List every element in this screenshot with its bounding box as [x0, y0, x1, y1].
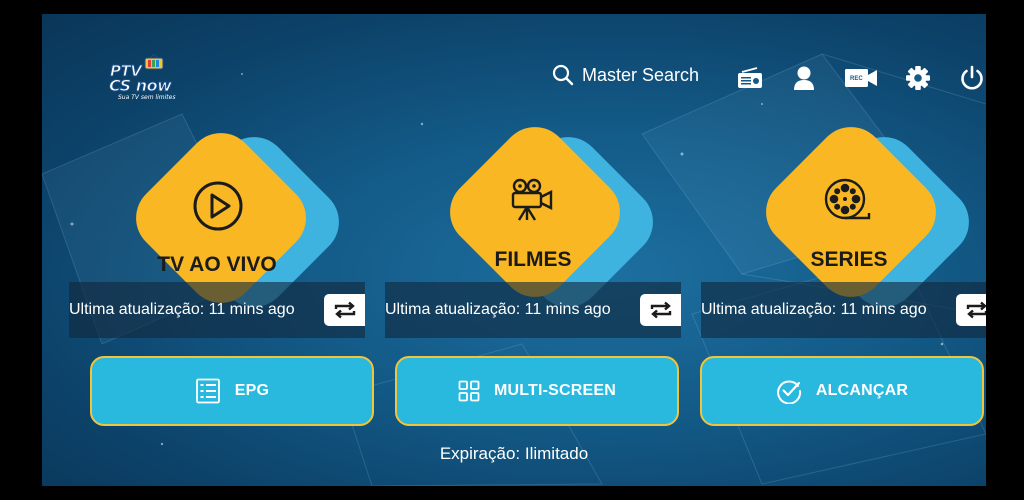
- catch-up-button[interactable]: ALCANÇAR: [700, 356, 984, 426]
- refresh-icon: [650, 301, 671, 319]
- recordings-button[interactable]: REC: [844, 64, 878, 92]
- refresh-button[interactable]: [956, 294, 986, 326]
- radio-icon: [738, 67, 762, 88]
- tv-logo-icon: [144, 54, 164, 70]
- user-icon: [794, 66, 814, 90]
- film-reel-icon: [824, 178, 871, 220]
- card-title: FILMES: [494, 248, 572, 271]
- multi-screen-label: MULTI-SCREEN: [493, 382, 617, 399]
- multi-screen-button[interactable]: MULTI-SCREEN: [395, 356, 679, 426]
- update-bar: Ultima atualização: 11 mins ago: [69, 282, 365, 338]
- expiration-text: Expiração: Ilimitado: [439, 444, 589, 463]
- card-movies[interactable]: FILMES Ultima atualização: 11 mins ago: [385, 122, 681, 338]
- rec-label: REC: [850, 76, 863, 82]
- search-icon: [552, 64, 574, 86]
- logo-text-bottom: CS now: [108, 76, 172, 96]
- refresh-button[interactable]: [640, 294, 681, 326]
- logo-tagline: Sua TV sem limites: [118, 94, 176, 101]
- master-search-button[interactable]: Master Search: [552, 64, 699, 86]
- profile-button[interactable]: [790, 64, 818, 92]
- movie-camera-icon: [511, 178, 553, 221]
- card-title: SERIES: [810, 248, 888, 271]
- check-circle-icon: [777, 380, 801, 404]
- home-screen: PTV CS now Sua TV sem limites Master Sea…: [42, 14, 986, 486]
- last-update-text: Ultima atualização: 11 mins ago: [69, 301, 295, 318]
- card-title: TV AO VIVO: [157, 253, 277, 276]
- epg-button[interactable]: EPG: [90, 356, 374, 426]
- card-series[interactable]: SERIES Ultima atualização: 11 mins ago: [701, 122, 986, 338]
- refresh-icon: [966, 301, 986, 319]
- app-logo: PTV CS now Sua TV sem limites: [106, 52, 184, 102]
- refresh-button[interactable]: [324, 294, 365, 326]
- power-button[interactable]: [958, 64, 986, 92]
- catch-up-label: ALCANÇAR: [815, 382, 909, 399]
- power-icon: [961, 65, 983, 90]
- update-bar: Ultima atualização: 11 mins ago: [701, 282, 986, 338]
- master-search-label: Master Search: [582, 64, 700, 85]
- card-live-tv[interactable]: TV AO VIVO Ultima atualização: 11 mins a…: [69, 122, 365, 338]
- refresh-icon: [334, 301, 355, 319]
- gear-icon: [906, 66, 930, 90]
- last-update-text: Ultima atualização: 11 mins ago: [701, 301, 927, 318]
- radio-button[interactable]: [736, 64, 764, 92]
- epg-label: EPG: [234, 382, 270, 399]
- play-icon: [193, 181, 243, 231]
- list-icon: [195, 378, 220, 404]
- settings-button[interactable]: [904, 64, 932, 92]
- grid-icon: [458, 380, 480, 402]
- update-bar: Ultima atualização: 11 mins ago: [385, 282, 681, 338]
- last-update-text: Ultima atualização: 11 mins ago: [385, 301, 611, 318]
